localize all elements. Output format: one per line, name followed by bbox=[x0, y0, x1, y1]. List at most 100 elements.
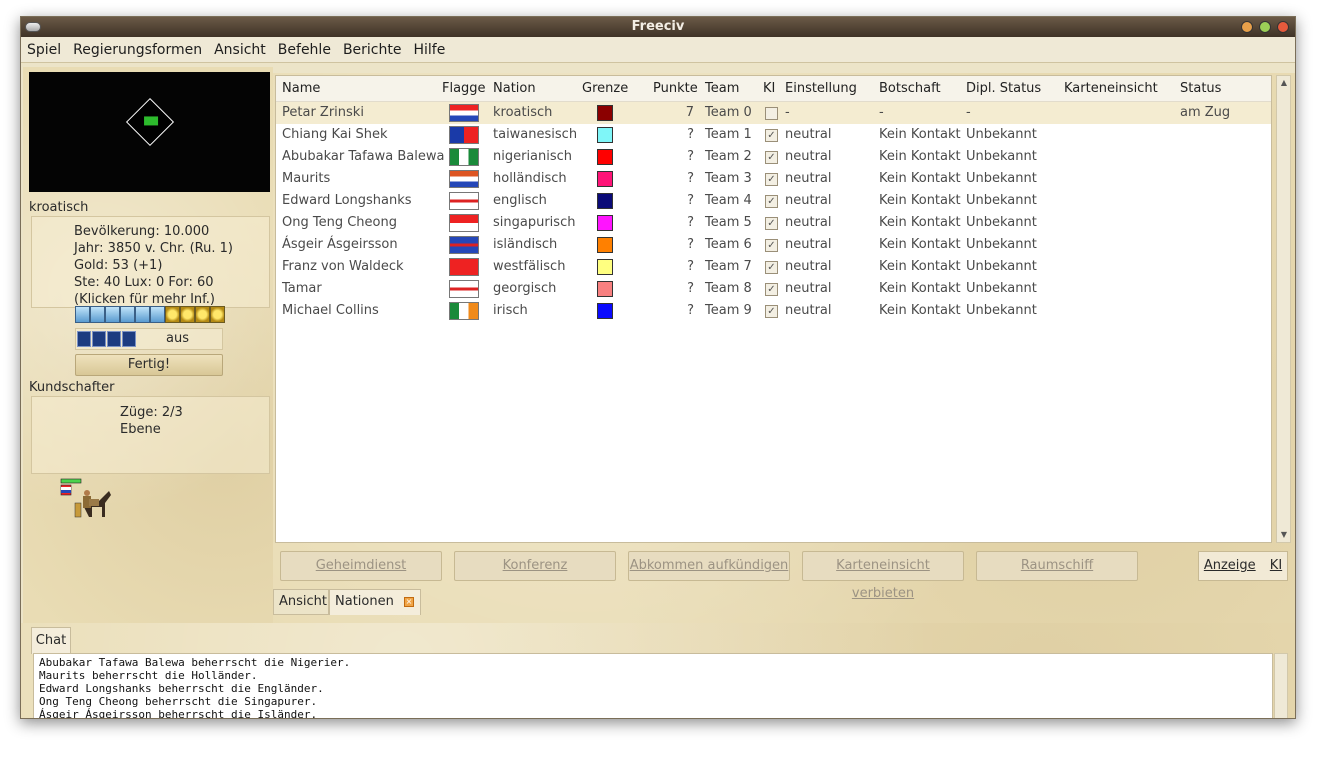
ai-checkbox[interactable]: ✓ bbox=[765, 151, 778, 164]
col-team[interactable]: Team bbox=[705, 81, 739, 96]
ai-checkbox[interactable] bbox=[765, 107, 778, 120]
col-attitude[interactable]: Einstellung bbox=[785, 81, 857, 96]
ai-checkbox[interactable]: ✓ bbox=[765, 217, 778, 230]
maximize-icon[interactable] bbox=[1259, 21, 1271, 33]
gold-coin-icon[interactable] bbox=[195, 306, 210, 323]
gold-coin-icon[interactable] bbox=[165, 306, 180, 323]
embassy-value: Kein Kontakt bbox=[879, 237, 961, 252]
col-status[interactable]: Status bbox=[1180, 81, 1221, 96]
table-row[interactable]: Abubakar Tafawa Balewa nigerianisch? Team … bbox=[276, 146, 1271, 168]
tab-ansicht[interactable]: Ansicht bbox=[273, 589, 329, 615]
table-row[interactable]: Michael Collins irisch? Team 9 ✓ neutral Kein… bbox=[276, 300, 1271, 322]
unit-moves: Züge: 2/3 bbox=[120, 405, 183, 420]
table-row[interactable]: Maurits holländisch? Team 3 ✓ neutral Kein Ko… bbox=[276, 168, 1271, 190]
table-row[interactable]: Tamar georgisch? Team 8 ✓ neutral Kein Kontak… bbox=[276, 278, 1271, 300]
chat-scrollbar[interactable] bbox=[1274, 653, 1288, 718]
col-points[interactable]: Punkte bbox=[653, 81, 698, 96]
gold-coin-icon[interactable] bbox=[210, 306, 225, 323]
science-icon[interactable] bbox=[105, 306, 120, 323]
ai-checkbox[interactable]: ✓ bbox=[765, 195, 778, 208]
nation-name: singapurisch bbox=[493, 215, 576, 230]
attitude-value: neutral bbox=[785, 259, 832, 274]
science-icon[interactable] bbox=[150, 306, 165, 323]
col-ai[interactable]: KI bbox=[763, 81, 775, 96]
science-icon[interactable] bbox=[120, 306, 135, 323]
minimap[interactable] bbox=[29, 72, 270, 192]
science-icon[interactable] bbox=[75, 306, 90, 323]
points-value: ? bbox=[687, 193, 694, 208]
col-name[interactable]: Name bbox=[282, 81, 320, 96]
player-name: Edward Longshanks bbox=[282, 193, 412, 208]
menu-befehle[interactable]: Befehle bbox=[278, 42, 331, 58]
flag-icon bbox=[449, 302, 479, 320]
table-scrollbar[interactable]: ▲ ▼ bbox=[1276, 75, 1291, 543]
scroll-up-icon[interactable]: ▲ bbox=[1279, 78, 1289, 88]
ai-checkbox[interactable]: ✓ bbox=[765, 173, 778, 186]
gold-text: Gold: 53 (+1) bbox=[74, 258, 163, 273]
table-row[interactable]: Ásgeir Ásgeirsson isländisch? Team 6 ✓ neutr… bbox=[276, 234, 1271, 256]
explorer-unit-icon[interactable] bbox=[59, 475, 119, 527]
cancel-treaty-button[interactable]: Abkommen aufkündigen bbox=[628, 551, 790, 581]
team-name: Team 3 bbox=[705, 171, 752, 186]
turn-done-button[interactable]: Fertig! bbox=[75, 354, 223, 376]
flag-icon bbox=[449, 126, 479, 144]
meeting-button[interactable]: Konferenz bbox=[454, 551, 616, 581]
nation-name: holländisch bbox=[493, 171, 567, 186]
menu-spiel[interactable]: Spiel bbox=[27, 42, 61, 58]
border-color-swatch bbox=[597, 215, 613, 231]
tab-nationen[interactable]: Nationen × bbox=[329, 589, 421, 615]
dipl-status-value: Unbekannt bbox=[966, 303, 1037, 318]
science-icon[interactable] bbox=[135, 306, 150, 323]
points-value: ? bbox=[687, 259, 694, 274]
points-value: ? bbox=[687, 127, 694, 142]
intelligence-button[interactable]: Geheimdienst bbox=[280, 551, 442, 581]
col-dipl-status[interactable]: Dipl. Status bbox=[966, 81, 1041, 96]
gold-coin-icon[interactable] bbox=[180, 306, 195, 323]
tab-chat[interactable]: Chat bbox=[31, 627, 71, 654]
spaceship-button[interactable]: Raumschiff bbox=[976, 551, 1138, 581]
menu-hilfe[interactable]: Hilfe bbox=[413, 42, 445, 58]
ai-checkbox[interactable]: ✓ bbox=[765, 305, 778, 318]
show-menu-button[interactable]: Anzeige KI bbox=[1198, 551, 1288, 581]
menu-ansicht[interactable]: Ansicht bbox=[214, 42, 266, 58]
tax-rates-bar[interactable] bbox=[75, 306, 225, 323]
science-icon[interactable] bbox=[90, 306, 105, 323]
border-color-swatch bbox=[597, 259, 613, 275]
table-row[interactable]: Chiang Kai Shek taiwanesisch? Team 1 ✓ neutr… bbox=[276, 124, 1271, 146]
close-tab-icon[interactable]: × bbox=[404, 597, 414, 607]
ai-checkbox[interactable]: ✓ bbox=[765, 129, 778, 142]
chat-log[interactable]: Abubakar Tafawa Balewa beherrscht die Ni… bbox=[33, 653, 1273, 718]
close-icon[interactable] bbox=[1277, 21, 1289, 33]
nuclear-winter-icon bbox=[107, 331, 121, 347]
table-row[interactable]: Ong Teng Cheong singapurisch? Team 5 ✓ neutr… bbox=[276, 212, 1271, 234]
nation-name: taiwanesisch bbox=[493, 127, 578, 142]
points-value: ? bbox=[687, 149, 694, 164]
minimize-icon[interactable] bbox=[1241, 21, 1253, 33]
menu-berichte[interactable]: Berichte bbox=[343, 42, 402, 58]
ai-checkbox[interactable]: ✓ bbox=[765, 283, 778, 296]
col-embassy[interactable]: Botschaft bbox=[879, 81, 941, 96]
embassy-value: Kein Kontakt bbox=[879, 281, 961, 296]
population-text: Bevölkerung: 10.000 bbox=[74, 224, 210, 239]
scroll-down-icon[interactable]: ▼ bbox=[1279, 530, 1289, 540]
col-vision[interactable]: Karteneinsicht bbox=[1064, 81, 1158, 96]
player-name: Ásgeir Ásgeirsson bbox=[282, 237, 398, 252]
col-nation[interactable]: Nation bbox=[493, 81, 536, 96]
withdraw-vision-button[interactable]: Karteneinsicht verbieten bbox=[802, 551, 964, 601]
nation-label: kroatisch bbox=[29, 200, 89, 215]
table-row[interactable]: Franz von Waldeck westfälisch? Team 7 ✓ neut… bbox=[276, 256, 1271, 278]
ai-checkbox[interactable]: ✓ bbox=[765, 261, 778, 274]
ai-checkbox[interactable]: ✓ bbox=[765, 239, 778, 252]
player-info[interactable]: kroatisch Bevölkerung: 10.000 Jahr: 3850… bbox=[29, 199, 270, 308]
attitude-value: neutral bbox=[785, 303, 832, 318]
global-warming-icon bbox=[92, 331, 106, 347]
border-color-swatch bbox=[597, 193, 613, 209]
table-row[interactable]: Edward Longshanks englisch? Team 4 ✓ neutral… bbox=[276, 190, 1271, 212]
window-menu-icon[interactable] bbox=[25, 22, 41, 32]
col-border[interactable]: Grenze bbox=[582, 81, 628, 96]
col-flag[interactable]: Flagge bbox=[442, 81, 486, 96]
player-name: Chiang Kai Shek bbox=[282, 127, 388, 142]
menu-regierungsformen[interactable]: Regierungsformen bbox=[73, 42, 202, 58]
nations-panel: Name Flagge Nation Grenze Punkte Team KI… bbox=[273, 73, 1295, 623]
table-row[interactable]: Petar Zrinski kroatisch 7 Team 0 - - - am Zug bbox=[276, 102, 1271, 124]
